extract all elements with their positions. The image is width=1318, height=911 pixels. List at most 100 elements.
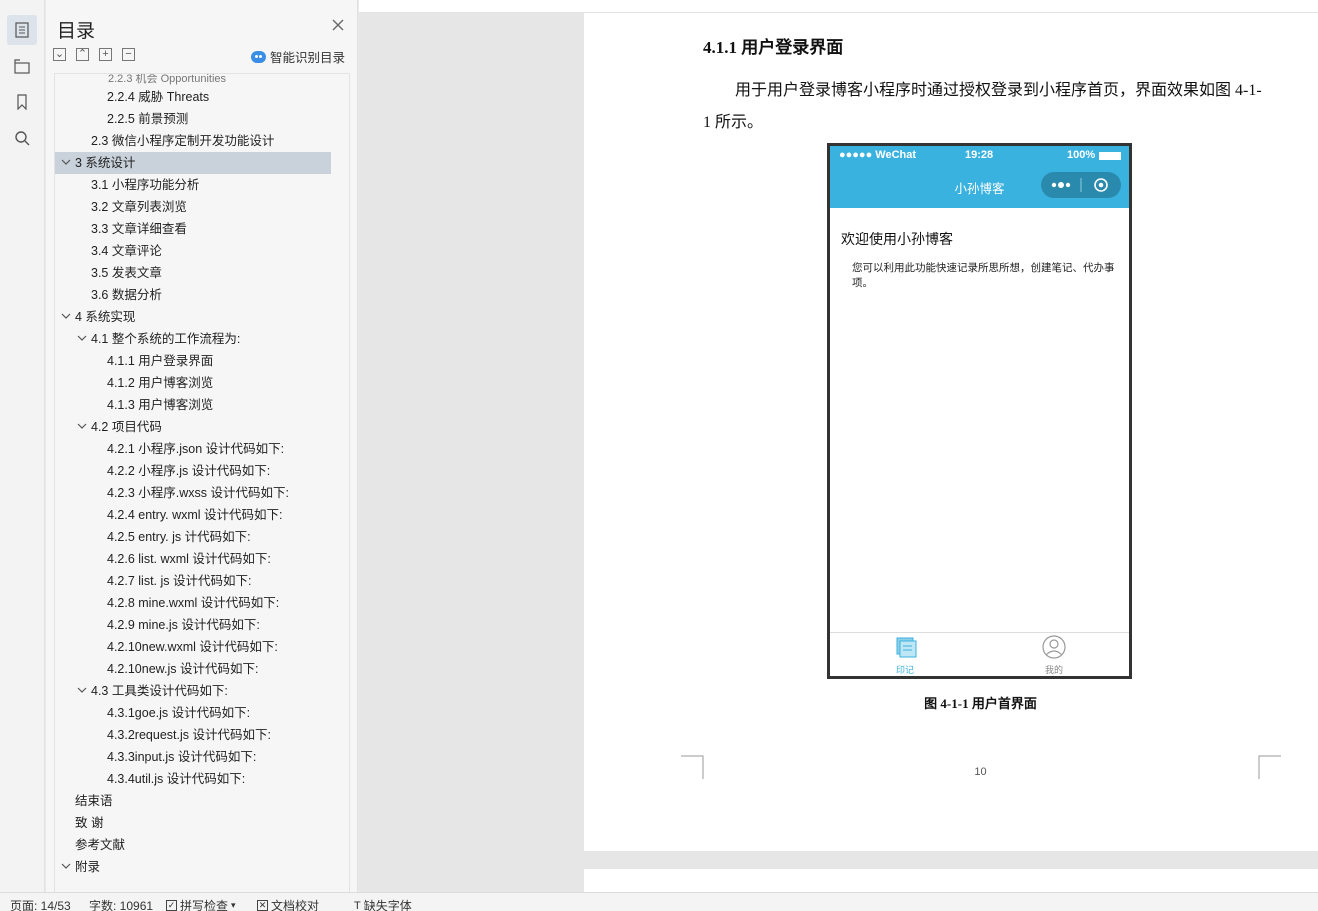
toc-item[interactable]: 3.3 文章详细查看: [55, 218, 331, 240]
phone-welcome-text: 欢迎使用小孙博客: [841, 231, 953, 247]
toc-item[interactable]: 4.2.3 小程序.wxss 设计代码如下:: [55, 482, 331, 504]
search-icon[interactable]: [7, 123, 37, 153]
toc-item[interactable]: 附录: [55, 856, 331, 878]
toc-item-label: 3 系统设计: [75, 156, 136, 170]
remove-heading-icon[interactable]: −: [122, 48, 135, 61]
toc-item-label: 4.2.9 mine.js 设计代码如下:: [107, 618, 260, 632]
toc-item-label: 4.3.1goe.js 设计代码如下:: [107, 706, 251, 720]
toc-item[interactable]: 4.2 项目代码: [55, 416, 331, 438]
toc-item-label: 4.2.3 小程序.wxss 设计代码如下:: [107, 486, 289, 500]
toc-item-label: 4.1.1 用户登录界面: [107, 354, 214, 368]
word-count-text: 字数: 10961: [89, 899, 154, 911]
chevron-down-icon[interactable]: [61, 157, 71, 167]
toc-item-label: 4 系统实现: [75, 310, 136, 324]
close-icon[interactable]: [331, 18, 345, 32]
add-heading-icon[interactable]: +: [99, 48, 112, 61]
toc-item-label: 4.2.10new.wxml 设计代码如下:: [107, 640, 278, 654]
page-counter[interactable]: 页面: 14/53: [10, 897, 71, 911]
chevron-down-icon[interactable]: [61, 311, 71, 321]
toc-item-label: 4.2.8 mine.wxml 设计代码如下:: [107, 596, 280, 610]
bookmark-icon[interactable]: [7, 87, 37, 117]
toc-item[interactable]: 4.1.3 用户博客浏览: [55, 394, 331, 416]
phone-time: 19:28: [965, 149, 994, 161]
toc-item[interactable]: 4.1.2 用户博客浏览: [55, 372, 331, 394]
phone-tabbar: 印记 我的: [830, 632, 1129, 676]
ruler-strip: [359, 0, 1318, 13]
missing-font-label: 缺失字体: [363, 899, 412, 911]
toc-item[interactable]: 3.4 文章评论: [55, 240, 331, 262]
chevron-down-icon[interactable]: [61, 861, 71, 871]
toc-item-label: 4.3.2request.js 设计代码如下:: [107, 728, 271, 742]
toc-item[interactable]: 4.2.10new.wxml 设计代码如下:: [55, 636, 331, 658]
tab-notes-label: 印记: [895, 665, 914, 675]
toc-item-label: 2.2.4 威胁 Threats: [107, 90, 210, 104]
chevron-down-icon[interactable]: [77, 421, 87, 431]
proofread-label: 文档校对: [271, 899, 320, 911]
toc-item[interactable]: 4.2.1 小程序.json 设计代码如下:: [55, 438, 331, 460]
phone-tab-notes: 印记: [875, 635, 935, 676]
toc-item[interactable]: 4.3.1goe.js 设计代码如下:: [55, 702, 331, 724]
toc-item-label: 4.3 工具类设计代码如下:: [91, 684, 228, 698]
toc-item[interactable]: 4.2.5 entry. js 计代码如下:: [55, 526, 331, 548]
word-count[interactable]: 字数: 10961: [89, 897, 153, 911]
toc-item-label: 4.2.4 entry. wxml 设计代码如下:: [107, 508, 283, 522]
phone-carrier: ●●●●● WeChat: [839, 149, 917, 161]
toc-item[interactable]: 4.2.8 mine.wxml 设计代码如下:: [55, 592, 331, 614]
toc-item[interactable]: 4.2.9 mine.js 设计代码如下:: [55, 614, 331, 636]
toc-item[interactable]: 3.6 数据分析: [55, 284, 331, 306]
phone-tab-mine: 我的: [1024, 635, 1084, 676]
toc-item[interactable]: 4.2.10new.js 设计代码如下:: [55, 658, 331, 680]
toc-item[interactable]: 4.2.7 list. js 设计代码如下:: [55, 570, 331, 592]
toc-item[interactable]: 2.3 微信小程序定制开发功能设计: [55, 130, 331, 152]
toc-item-label: 4.2.10new.js 设计代码如下:: [107, 662, 259, 676]
toc-panel-icon[interactable]: [7, 15, 37, 45]
user-icon: [1042, 635, 1066, 659]
toc-item[interactable]: 结束语: [55, 790, 331, 812]
toc-item-label: 附录: [75, 860, 101, 874]
missing-font-button[interactable]: T 缺失字体: [354, 897, 412, 911]
phone-description: 您可以利用此功能快速记录所思所想，创建笔记、代办事项。: [852, 262, 1115, 289]
toc-item[interactable]: 4.2.2 小程序.js 设计代码如下:: [55, 460, 331, 482]
expand-all-icon[interactable]: ⌃: [76, 48, 89, 61]
toc-item[interactable]: 4.3 工具类设计代码如下:: [55, 680, 331, 702]
toc-item-label: 4.2 项目代码: [91, 420, 162, 434]
proofread-button[interactable]: ✕ 文档校对: [257, 897, 319, 911]
toc-item[interactable]: 4.2.4 entry. wxml 设计代码如下:: [55, 504, 331, 526]
toc-item-label: 参考文献: [75, 838, 126, 852]
chevron-down-icon[interactable]: [77, 685, 87, 695]
toc-item[interactable]: 4 系统实现: [55, 306, 331, 328]
toc-tree: 2.2.3 机会 Opportunities 2.2.4 威胁 Threats 2…: [54, 73, 350, 892]
toc-item[interactable]: 2.2.5 前景预测: [55, 108, 331, 130]
check-icon: ✓: [166, 900, 177, 911]
page-number: 10: [974, 766, 987, 778]
toc-item[interactable]: 3.2 文章列表浏览: [55, 196, 331, 218]
toc-item-label: 3.6 数据分析: [91, 288, 162, 302]
spell-check-button[interactable]: ✓ 拼写检查 ▾: [166, 897, 236, 911]
toc-item[interactable]: 参考文献: [55, 834, 331, 856]
phone-battery: 100%: [1067, 149, 1096, 161]
toc-item[interactable]: 2.2.4 威胁 Threats: [55, 86, 331, 108]
document-page: 4.1.1 用户登录界面 用于用户登录博客小程序时通过授权登录到小程序首页，界面…: [584, 13, 1318, 851]
toc-item[interactable]: 4.3.3input.js 设计代码如下:: [55, 746, 331, 768]
toc-item[interactable]: 4.3.4util.js 设计代码如下:: [55, 768, 331, 790]
toc-item[interactable]: 4.2.6 list. wxml 设计代码如下:: [55, 548, 331, 570]
toc-item-label: 4.2.1 小程序.json 设计代码如下:: [107, 442, 285, 456]
toc-item[interactable]: 3.1 小程序功能分析: [55, 174, 331, 196]
navigation-icon[interactable]: [7, 51, 37, 81]
spell-check-label: 拼写检查: [180, 899, 229, 911]
toc-item-label: 4.3.4util.js 设计代码如下:: [107, 772, 246, 786]
toc-item[interactable]: 4.3.2request.js 设计代码如下:: [55, 724, 331, 746]
toc-item[interactable]: 4.1.1 用户登录界面: [55, 350, 331, 372]
collapse-all-icon[interactable]: ⌄: [53, 48, 66, 61]
chevron-down-icon: ▾: [231, 900, 236, 910]
toc-item[interactable]: 3.5 发表文章: [55, 262, 331, 284]
toc-item-label: 4.2.5 entry. js 计代码如下:: [107, 530, 251, 544]
chevron-down-icon[interactable]: [77, 333, 87, 343]
smart-toc-button[interactable]: 智能识别目录: [250, 47, 345, 66]
toc-toolbar: ⌄ ⌃ + −: [53, 48, 135, 61]
toc-item[interactable]: 致 谢: [55, 812, 331, 834]
toc-item-label: 3.2 文章列表浏览: [91, 200, 187, 214]
toc-item[interactable]: 3 系统设计: [55, 152, 331, 174]
toc-item[interactable]: 4.1 整个系统的工作流程为:: [55, 328, 331, 350]
tab-mine-label: 我的: [1044, 665, 1063, 675]
